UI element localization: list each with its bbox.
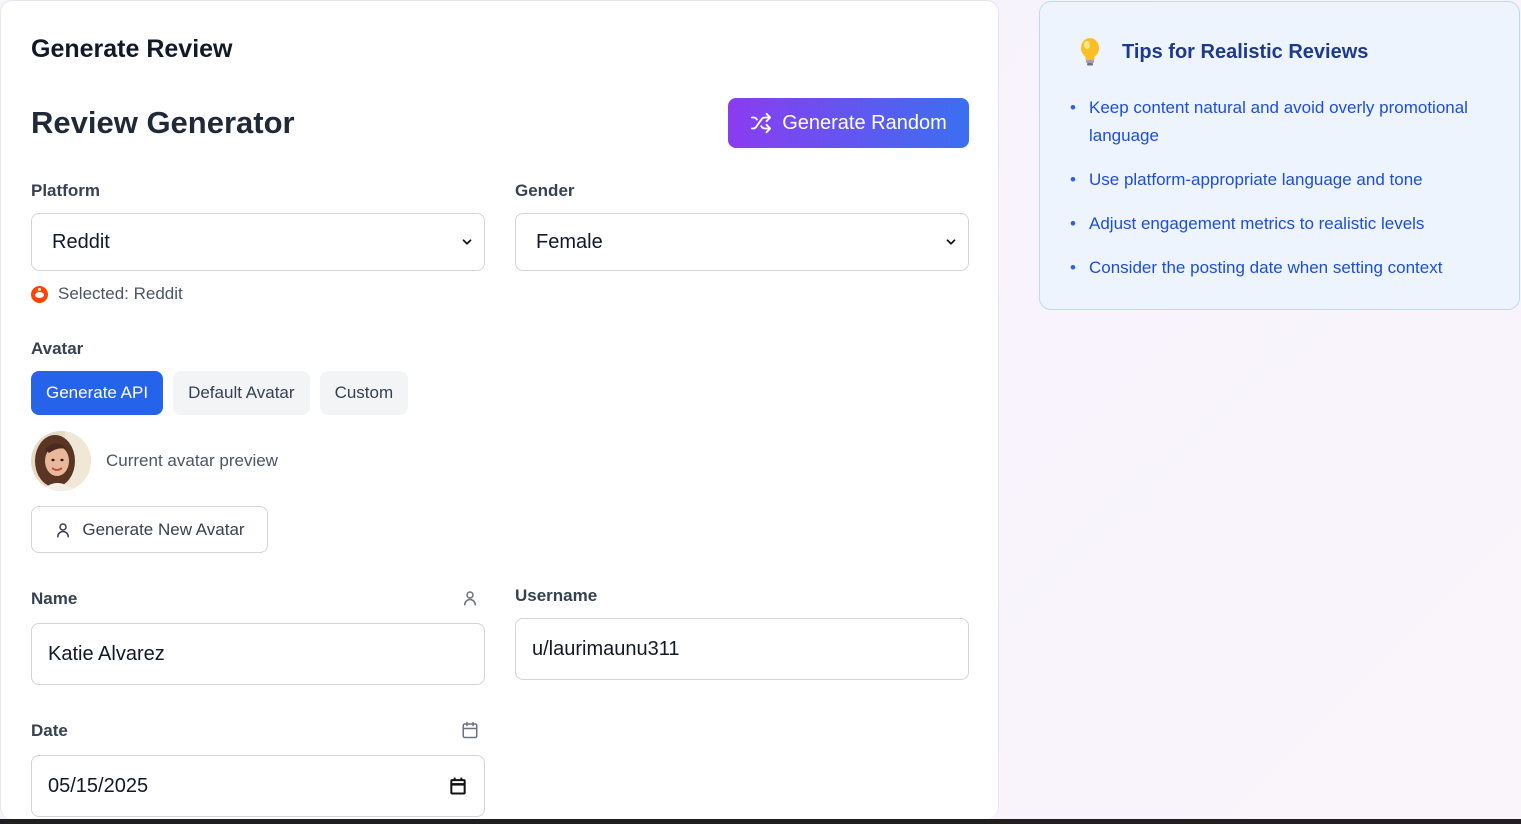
generate-random-button[interactable]: Generate Random xyxy=(728,98,969,148)
gender-select-value: Female xyxy=(536,230,603,253)
platform-selected-info: Selected: Reddit xyxy=(31,284,183,304)
calendar-picker-icon[interactable] xyxy=(448,776,468,796)
tip-item: Consider the posting date when setting c… xyxy=(1070,254,1500,282)
window-bottom-edge xyxy=(0,819,1521,824)
review-generator-card: Generate Review Review Generator Generat… xyxy=(0,0,999,819)
avatar xyxy=(31,431,91,491)
generate-new-avatar-button[interactable]: Generate New Avatar xyxy=(31,506,268,553)
tip-item: Keep content natural and avoid overly pr… xyxy=(1070,94,1500,150)
lightbulb-icon xyxy=(1081,38,1099,66)
user-icon xyxy=(57,522,70,537)
generator-title: Review Generator xyxy=(31,105,295,140)
avatar-preview-row: Current avatar preview xyxy=(31,431,278,491)
platform-select[interactable]: Reddit xyxy=(31,213,485,271)
chevron-down-icon xyxy=(946,239,956,245)
shuffle-icon xyxy=(751,112,772,134)
name-input-value: Katie Alvarez xyxy=(48,642,165,665)
date-input[interactable]: 05/15/2025 xyxy=(31,755,485,817)
gender-label: Gender xyxy=(515,181,575,200)
date-label: Date xyxy=(31,721,68,740)
tips-card: Tips for Realistic Reviews Keep content … xyxy=(1039,1,1520,310)
date-input-value: 05/15/2025 xyxy=(48,774,149,797)
chevron-down-icon xyxy=(462,239,472,245)
tips-title: Tips for Realistic Reviews xyxy=(1122,40,1369,63)
platform-selected-text: Selected: Reddit xyxy=(58,284,183,303)
page-title: Generate Review xyxy=(31,35,233,63)
username-input-value: u/laurimaunu311 xyxy=(532,637,680,660)
username-input[interactable]: u/laurimaunu311 xyxy=(515,618,969,680)
generate-random-label: Generate Random xyxy=(782,111,947,134)
tips-header: Tips for Realistic Reviews xyxy=(1076,36,1368,68)
tab-generate-api[interactable]: Generate API xyxy=(31,371,164,415)
gender-select[interactable]: Female xyxy=(515,213,969,271)
tip-item: Adjust engagement metrics to realistic l… xyxy=(1070,210,1500,238)
username-label: Username xyxy=(515,586,598,605)
name-label: Name xyxy=(31,589,78,608)
tip-item: Use platform-appropriate language and to… xyxy=(1070,166,1500,194)
tab-custom[interactable]: Custom xyxy=(319,371,409,415)
calendar-icon xyxy=(461,721,479,744)
tab-default-avatar[interactable]: Default Avatar xyxy=(173,371,310,415)
avatar-tabs: Generate API Default Avatar Custom xyxy=(31,371,409,415)
platform-label: Platform xyxy=(31,181,100,200)
generate-new-avatar-label: Generate New Avatar xyxy=(82,519,245,539)
name-input[interactable]: Katie Alvarez xyxy=(31,623,485,685)
avatar-preview-caption: Current avatar preview xyxy=(106,451,278,470)
tips-list: Keep content natural and avoid overly pr… xyxy=(1070,94,1500,298)
user-icon xyxy=(461,589,479,612)
reddit-icon xyxy=(31,285,48,303)
avatar-label: Avatar xyxy=(31,339,84,358)
platform-select-value: Reddit xyxy=(52,230,110,253)
